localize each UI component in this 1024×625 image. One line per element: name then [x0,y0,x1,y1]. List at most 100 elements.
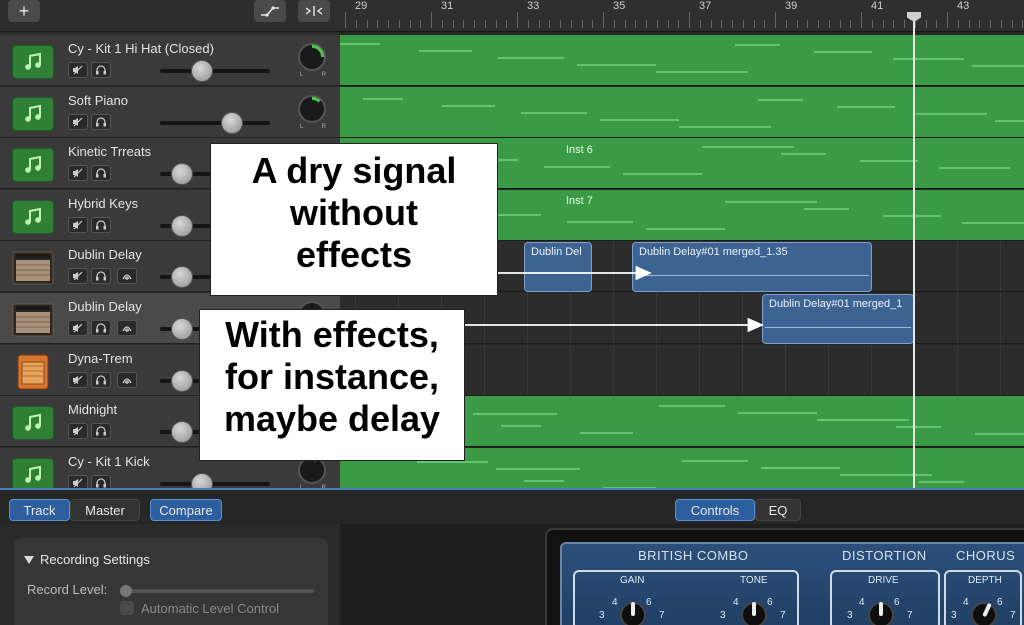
add-track-button[interactable]: + [8,0,40,22]
ruler-tick [506,20,507,28]
ruler-tick [539,20,540,28]
volume-slider-handle[interactable] [171,369,193,392]
track-lane[interactable] [340,35,1024,86]
recording-settings-header[interactable]: Recording Settings [24,552,150,567]
mute-button[interactable] [68,268,88,285]
beat-gridline [699,293,700,343]
solo-button[interactable] [91,113,111,130]
pan-knob[interactable] [298,94,326,123]
volume-slider-handle[interactable] [171,318,193,340]
headphones-icon [96,65,106,75]
volume-slider-handle[interactable] [191,60,213,82]
bar-number: 31 [441,0,454,12]
ruler-tick [711,20,712,28]
ruler-tick [453,20,454,28]
callout-line: effects [295,233,413,275]
catch-playhead-button[interactable] [298,0,330,22]
tab-eq[interactable]: EQ [755,499,801,521]
callout-line: A dry signal [251,150,457,191]
tab-master[interactable]: Master [70,499,140,521]
tone-knob[interactable] [741,602,767,625]
volume-slider-handle[interactable] [171,266,193,289]
midi-note [521,111,587,114]
ruler-tick [614,20,615,28]
bar-number: 37 [699,0,712,12]
ruler-tick [1022,20,1023,28]
drive-knob[interactable] [868,602,894,625]
record-level-handle[interactable] [120,585,132,597]
track-header[interactable]: Soft Piano LR [0,86,340,138]
volume-slider[interactable] [160,481,270,486]
ruler-tick [517,12,518,28]
track-lane[interactable] [340,86,1024,138]
depth-knob[interactable] [971,602,997,625]
ruler-tick [485,20,486,28]
playhead[interactable] [913,12,915,488]
solo-button[interactable] [91,165,111,182]
mute-button[interactable] [68,216,88,233]
region-dublin-delay-short[interactable]: Dublin Del [524,242,592,292]
ruler-tick [367,20,368,28]
mute-button[interactable] [68,62,88,78]
solo-button[interactable] [91,371,111,388]
scale-number: 6 [997,597,1003,608]
midi-note [567,220,633,223]
ruler-tick [689,12,690,28]
volume-slider-handle[interactable] [221,111,243,134]
ruler-tick [883,20,884,28]
solo-button[interactable] [91,423,111,440]
scale-number: 7 [780,610,786,621]
region-inst-6[interactable]: Inst 6 [566,144,593,156]
region-dublin-delay-merged[interactable]: Dublin Delay#01 merged_1.35 [632,242,872,292]
volume-slider[interactable] [160,69,270,73]
input-monitoring-button[interactable] [117,320,137,336]
drive-label: DRIVE [868,575,899,586]
mute-button[interactable] [68,165,88,182]
bar-ruler[interactable]: 29 31 33 35 37 39 41 43 [340,0,1024,32]
bar-number: 43 [957,0,970,12]
mute-button[interactable] [68,320,88,336]
solo-button[interactable] [91,320,111,336]
solo-button[interactable] [91,62,111,78]
mute-button[interactable] [68,371,88,388]
volume-slider-handle[interactable] [171,421,193,444]
volume-slider-handle[interactable] [171,214,193,237]
beat-gridline [613,344,614,395]
mute-button[interactable] [68,113,88,130]
ruler-tick [603,12,604,28]
volume-slider-handle[interactable] [171,163,193,186]
region-dublin-delay-merged-2[interactable]: Dublin Delay#01 merged_1 [762,294,914,344]
region-inst-7[interactable]: Inst 7 [566,195,593,207]
ruler-tick [582,20,583,28]
pan-knob[interactable] [298,43,326,71]
input-monitoring-button[interactable] [117,371,137,388]
auto-level-checkbox[interactable] [120,601,134,615]
solo-button[interactable] [91,268,111,285]
midi-note [738,412,817,415]
ruler-tick [410,20,411,28]
record-level-slider[interactable] [120,585,314,597]
mute-button[interactable] [68,423,88,440]
tab-track[interactable]: Track [9,499,70,521]
ruler-tick [958,20,959,28]
volume-slider[interactable] [160,120,270,125]
ruler-tick [936,20,937,28]
beat-gridline [613,241,614,292]
input-monitoring-button[interactable] [117,268,137,285]
music-note-icon [12,148,54,183]
midi-note [804,207,849,210]
ruler-tick [829,20,830,28]
ruler-tick [775,12,776,28]
ruler-tick [442,20,443,28]
automation-button[interactable] [254,0,286,22]
waveform-line [635,275,869,276]
midi-note [442,104,495,107]
solo-button[interactable] [91,216,111,233]
ruler-tick [496,20,497,28]
gain-knob[interactable] [620,602,646,625]
tab-controls[interactable]: Controls [675,499,755,521]
track-header[interactable]: Cy - Kit 1 Hi Hat (Closed) LR [0,35,340,86]
scale-number: 7 [659,610,665,621]
compare-button[interactable]: Compare [150,499,222,521]
beat-gridline [570,293,571,343]
